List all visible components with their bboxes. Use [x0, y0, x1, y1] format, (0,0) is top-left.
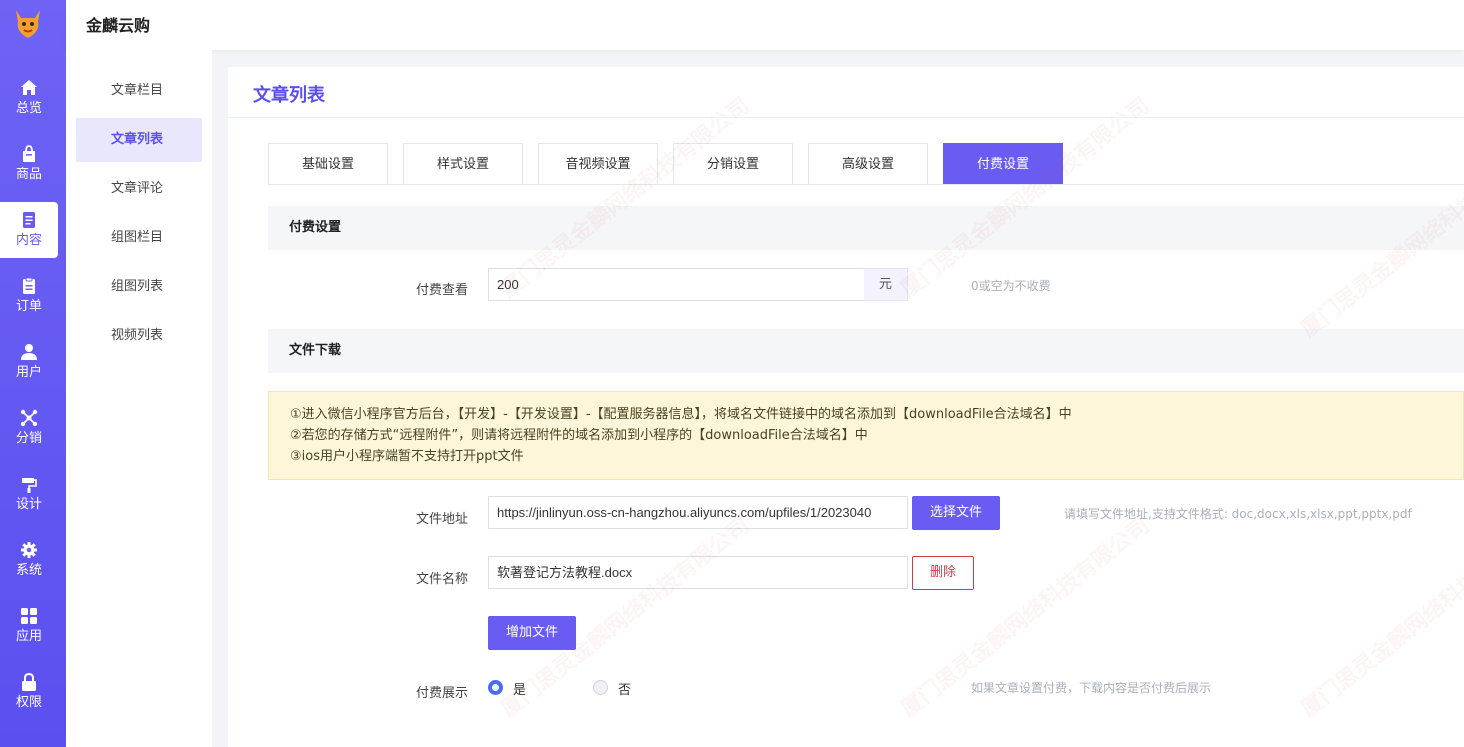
rail-item-system[interactable]: 系统 [0, 532, 58, 588]
tab-distribution[interactable]: 分销设置 [673, 143, 793, 185]
paid-show-hint: 如果文章设置付费，下载内容是否付费后展示 [971, 681, 1212, 695]
notice-line: ②若您的存储方式“远程附件”，则请将远程附件的域名添加到小程序的【downloa… [290, 428, 868, 443]
rail-item-content[interactable]: 内容 [0, 202, 58, 258]
rail-item-label: 内容 [15, 233, 42, 248]
radio-dot [593, 680, 608, 695]
file-url-hint: 请填写文件地址,支持文件格式: doc,docx,xls,xlsx,ppt,pp… [1064, 507, 1412, 521]
radio-show-no[interactable]: 否 [593, 679, 653, 698]
clipboard-icon [23, 277, 35, 294]
radio-dot [488, 680, 503, 695]
rail-item-label: 设计 [15, 497, 42, 512]
network-icon [20, 409, 38, 427]
tab-style[interactable]: 样式设置 [403, 143, 523, 185]
gear-icon [21, 542, 37, 558]
add-file-button[interactable]: 增加文件 [488, 616, 576, 650]
tab-advanced[interactable]: 高级设置 [808, 143, 928, 185]
radio-label: 否 [618, 683, 632, 698]
content-subnav: 文章栏目 文章列表 文章评论 组图栏目 组图列表 视频列表 [66, 50, 212, 747]
rail-item-apps[interactable]: 应用 [0, 598, 58, 654]
user-icon [21, 344, 37, 360]
rail-item-label: 订单 [15, 299, 42, 314]
rail-item-label: 用户 [15, 365, 42, 380]
rail-item-label: 系统 [15, 563, 42, 578]
file-url-input[interactable]: https://jinlinyun.oss-cn-hangzhou.aliyun… [488, 496, 908, 529]
notice-line: ①进入微信小程序官方后台，【开发】-【开发设置】-【配置服务器信息】，将域名文件… [290, 407, 1072, 422]
divider [228, 117, 1464, 118]
rail-item-orders[interactable]: 订单 [0, 268, 58, 324]
rail-item-label: 应用 [15, 629, 42, 644]
choose-file-button[interactable]: 选择文件 [912, 496, 1000, 530]
download-notice: ①进入微信小程序官方后台，【开发】-【开发设置】-【配置服务器信息】，将域名文件… [268, 391, 1464, 480]
paid-view-input[interactable]: 200 [488, 268, 865, 301]
currency-unit: 元 [864, 268, 908, 301]
tab-paid[interactable]: 付费设置 [943, 143, 1063, 185]
brush-icon [22, 478, 37, 493]
section-download-title: 文件下载 [268, 329, 1464, 373]
subnav-item-gallery-list[interactable]: 组图列表 [76, 265, 202, 309]
rail-item-label: 权限 [15, 695, 42, 710]
tab-media[interactable]: 音视频设置 [538, 143, 658, 185]
subnav-item-article-category[interactable]: 文章栏目 [76, 69, 202, 113]
rail-item-label: 分销 [15, 431, 42, 446]
lock-icon [22, 673, 36, 691]
tabs-baseline [268, 184, 1464, 185]
rail-item-label: 商品 [15, 167, 42, 182]
rail-item-label: 总览 [15, 101, 42, 116]
subnav-item-article-comments[interactable]: 文章评论 [76, 167, 202, 211]
radio-label: 是 [513, 683, 527, 698]
subnav-item-article-list[interactable]: 文章列表 [76, 118, 202, 162]
home-icon [21, 80, 37, 95]
document-icon [23, 212, 35, 228]
radio-show-yes[interactable]: 是 [488, 679, 548, 698]
paid-show-label: 付费展示 [415, 686, 468, 701]
rail-item-permissions[interactable]: 权限 [0, 664, 58, 720]
subnav-item-video-list[interactable]: 视频列表 [76, 314, 202, 358]
file-url-label: 文件地址 [415, 512, 468, 527]
grid-icon [21, 608, 37, 624]
logo-icon [16, 10, 40, 38]
subnav-item-gallery-category[interactable]: 组图栏目 [76, 216, 202, 260]
section-paid-title: 付费设置 [268, 206, 1464, 250]
rail-item-design[interactable]: 设计 [0, 466, 58, 522]
page-title: 文章列表 [253, 85, 325, 106]
paid-view-hint: 0或空为不收费 [971, 279, 1051, 293]
top-header: 金麟云购 [66, 0, 1464, 50]
file-name-input[interactable]: 软著登记方法教程.docx [488, 556, 908, 589]
delete-file-button[interactable]: 删除 [912, 556, 974, 590]
rail-item-goods[interactable]: 商品 [0, 136, 58, 192]
file-name-label: 文件名称 [415, 572, 468, 587]
notice-line: ③ios用户小程序端暂不支持打开ppt文件 [290, 449, 524, 464]
app-title: 金麟云购 [86, 16, 151, 35]
rail-item-users[interactable]: 用户 [0, 334, 58, 390]
paid-view-label: 付费查看 [415, 283, 468, 298]
bag-icon [23, 145, 35, 162]
main-sidebar: 总览 商品 内容 订单 用户 分销 设计 系统 应用 权限 [0, 0, 66, 747]
tab-basic[interactable]: 基础设置 [268, 143, 388, 185]
rail-item-overview[interactable]: 总览 [0, 70, 58, 126]
main-panel: 文章列表 基础设置 样式设置 音视频设置 分销设置 高级设置 付费设置 付费设置… [228, 67, 1464, 747]
rail-item-distribution[interactable]: 分销 [0, 400, 58, 456]
